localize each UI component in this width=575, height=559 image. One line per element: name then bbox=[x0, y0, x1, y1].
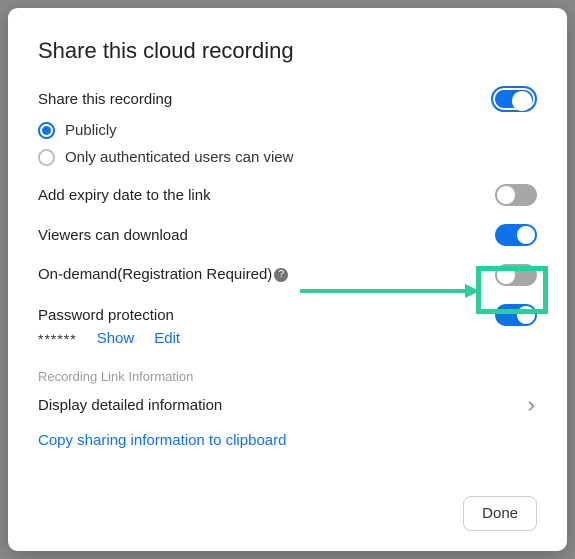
radio-authenticated[interactable]: Only authenticated users can view bbox=[38, 149, 537, 166]
chevron-right-icon: › bbox=[526, 392, 537, 418]
recording-link-section-label: Recording Link Information bbox=[38, 369, 537, 384]
display-detailed-label: Display detailed information bbox=[38, 397, 222, 414]
annotation-arrow-icon bbox=[300, 284, 480, 298]
radio-icon bbox=[38, 149, 55, 166]
ondemand-label: On-demand(Registration Required) bbox=[38, 266, 272, 283]
share-recording-modal: Share this cloud recording Share this re… bbox=[8, 8, 567, 551]
password-actions: ****** Show Edit bbox=[38, 330, 537, 347]
ondemand-label-wrap: On-demand(Registration Required)? bbox=[38, 266, 288, 284]
display-detailed-row[interactable]: Display detailed information › bbox=[38, 392, 537, 418]
download-row: Viewers can download bbox=[38, 224, 537, 246]
ondemand-toggle[interactable] bbox=[495, 264, 537, 286]
copy-sharing-info-link[interactable]: Copy sharing information to clipboard bbox=[38, 432, 286, 449]
password-label: Password protection bbox=[38, 307, 174, 324]
download-toggle[interactable] bbox=[495, 224, 537, 246]
radio-publicly-label: Publicly bbox=[65, 122, 117, 139]
modal-title: Share this cloud recording bbox=[38, 38, 537, 64]
share-recording-toggle[interactable] bbox=[491, 86, 537, 112]
share-visibility-radio-group: Publicly Only authenticated users can vi… bbox=[38, 122, 537, 166]
done-button[interactable]: Done bbox=[463, 496, 537, 531]
radio-icon bbox=[38, 122, 55, 139]
share-recording-row: Share this recording bbox=[38, 86, 537, 112]
radio-authenticated-label: Only authenticated users can view bbox=[65, 149, 293, 166]
expiry-label: Add expiry date to the link bbox=[38, 187, 211, 204]
password-edit-link[interactable]: Edit bbox=[154, 330, 180, 347]
help-icon[interactable]: ? bbox=[274, 268, 288, 282]
share-recording-label: Share this recording bbox=[38, 91, 172, 108]
expiry-row: Add expiry date to the link bbox=[38, 184, 537, 206]
ondemand-row: On-demand(Registration Required)? bbox=[38, 264, 537, 286]
download-label: Viewers can download bbox=[38, 227, 188, 244]
expiry-toggle[interactable] bbox=[495, 184, 537, 206]
modal-footer: Done bbox=[463, 496, 537, 531]
password-mask: ****** bbox=[38, 331, 77, 347]
radio-publicly[interactable]: Publicly bbox=[38, 122, 537, 139]
password-show-link[interactable]: Show bbox=[97, 330, 135, 347]
password-row: Password protection bbox=[38, 304, 537, 326]
password-toggle[interactable] bbox=[495, 304, 537, 326]
